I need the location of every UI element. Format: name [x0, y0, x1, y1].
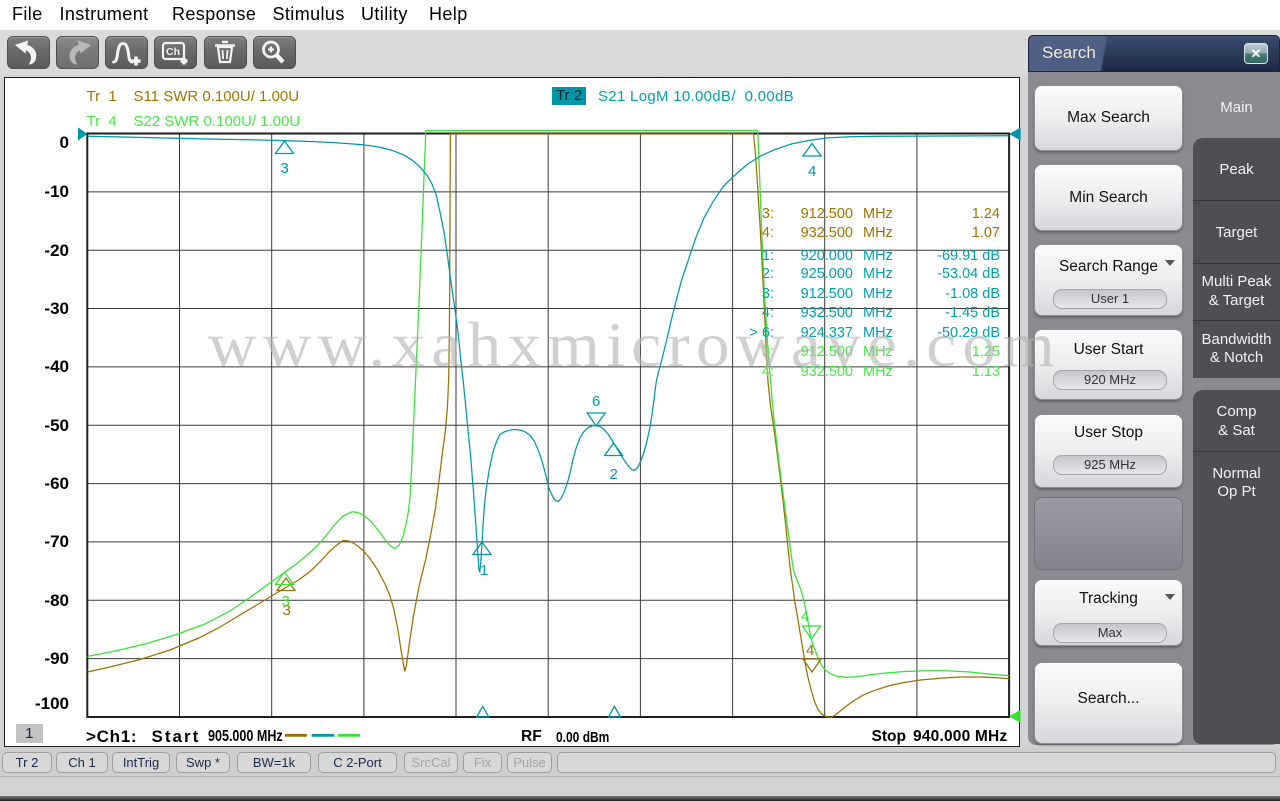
svg-text:2: 2	[610, 466, 618, 483]
svg-text:3: 3	[282, 593, 290, 610]
svg-text:4: 4	[808, 163, 816, 180]
svg-text:4: 4	[801, 608, 809, 625]
svg-text:1: 1	[480, 562, 488, 579]
svg-text:3: 3	[281, 160, 289, 177]
svg-text:6: 6	[592, 393, 600, 410]
svg-text:4: 4	[806, 642, 814, 659]
